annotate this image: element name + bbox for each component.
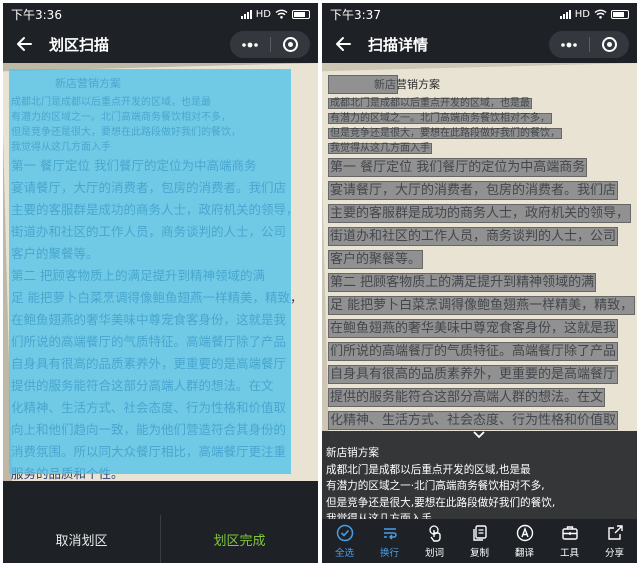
document-photo: 新店营销方案成都北门是成都以后重点开发的区域，也是最有潜力的区域之一。北门高端商…	[3, 63, 318, 481]
battery-icon	[292, 9, 310, 19]
status-time: 下午3:37	[330, 7, 381, 22]
status-bar: 下午3:36 HD	[3, 3, 318, 25]
check-circle-icon	[336, 524, 353, 541]
word-select-label: 划词	[424, 547, 444, 559]
action-row: 取消划区 划区完成	[3, 515, 318, 563]
line-highlight[interactable]	[328, 181, 619, 200]
line-highlight[interactable]	[328, 158, 588, 177]
tools-label: 工具	[559, 547, 579, 559]
network-badge: HD	[255, 8, 271, 20]
close-miniprogram-button[interactable]	[590, 31, 630, 58]
ocr-line: 有潜力的区域之一·北门高端商务餐饮相对不多,	[326, 480, 545, 492]
cancel-selection-button[interactable]: 取消划区	[3, 515, 160, 563]
capsule-menu	[230, 31, 310, 58]
back-button[interactable]	[11, 31, 37, 57]
toolbox-icon	[561, 525, 578, 540]
signal-icon	[240, 9, 252, 19]
line-highlight[interactable]	[328, 75, 398, 94]
line-highlight[interactable]	[328, 250, 424, 269]
line-highlight[interactable]	[328, 273, 597, 292]
status-icons: HD	[240, 8, 310, 20]
ocr-line: 成都北门是成都以后重点开发的区域,也是最	[326, 463, 531, 476]
line-highlight[interactable]	[328, 365, 619, 384]
scan-selection-area[interactable]	[9, 69, 291, 474]
tools-button[interactable]: 工具	[547, 519, 592, 563]
signal-icon	[559, 9, 571, 19]
select-all-button[interactable]: 全选	[322, 519, 367, 563]
more-dots-icon	[560, 42, 577, 47]
ocr-line: 新店销方案	[326, 447, 379, 459]
wifi-icon	[275, 9, 288, 19]
line-highlight[interactable]	[328, 227, 619, 246]
line-highlight[interactable]	[328, 143, 432, 154]
left-screen: 下午3:36 HD 划区扫描 新店营销方案成都北门是成都以后重点开发的区域，也是…	[3, 3, 318, 563]
line-highlight[interactable]	[328, 128, 562, 139]
line-break-icon	[383, 527, 397, 540]
target-icon	[282, 37, 298, 52]
bottom-bar: 取消划区 划区完成	[3, 481, 318, 563]
translate-button[interactable]: 翻译	[502, 519, 547, 563]
line-highlight[interactable]	[328, 388, 606, 407]
translate-icon	[516, 524, 533, 541]
ocr-result-panel: 新店销方案成都北门是成都以后重点开发的区域,也是最有潜力的区域之一·北门高端商务…	[322, 430, 637, 525]
line-highlight[interactable]	[328, 98, 532, 109]
nav-bar: 划区扫描	[3, 25, 318, 63]
result-toolbar: 全选 换行 划词 复制 翻译 工具 分享	[322, 519, 637, 563]
word-select-button[interactable]: 划词	[412, 519, 457, 563]
line-highlight[interactable]	[328, 342, 619, 361]
share-icon	[607, 524, 623, 540]
finish-selection-button[interactable]: 划区完成	[161, 515, 318, 563]
page-title: 划区扫描	[49, 35, 110, 54]
line-break-label: 换行	[379, 547, 399, 559]
status-icons: HD	[559, 8, 629, 20]
tap-hand-icon	[428, 524, 441, 542]
back-button[interactable]	[330, 31, 356, 57]
ocr-result-text[interactable]: 新店销方案成都北门是成都以后重点开发的区域,也是最有潜力的区域之一·北门高端商务…	[326, 445, 631, 528]
copy-label: 复制	[469, 547, 489, 559]
wifi-icon	[594, 9, 607, 19]
share-label: 分享	[604, 547, 624, 559]
network-badge: HD	[574, 8, 590, 20]
chevron-down-icon[interactable]	[472, 430, 486, 440]
translate-label: 翻译	[514, 547, 534, 559]
right-screen: 下午3:37 HD 扫描详情 新店营销方案成都北门是成都以后重点开发的区域，也是…	[322, 3, 637, 563]
back-arrow-icon	[336, 37, 351, 51]
copy-button[interactable]: 复制	[457, 519, 502, 563]
line-highlight[interactable]	[328, 319, 619, 338]
battery-icon	[611, 9, 629, 19]
status-time: 下午3:36	[11, 7, 62, 22]
more-dots-icon	[241, 42, 258, 47]
line-highlight[interactable]	[328, 296, 635, 315]
line-highlight[interactable]	[328, 113, 552, 124]
capsule-menu	[549, 31, 629, 58]
line-break-button[interactable]: 换行	[367, 519, 412, 563]
line-highlight[interactable]	[328, 204, 632, 223]
ocr-line: 但是竞争还是很大,要想在此路段做好我们的餐饮,	[326, 496, 556, 509]
share-button[interactable]: 分享	[592, 519, 637, 563]
back-arrow-icon	[17, 37, 32, 51]
more-button[interactable]	[230, 31, 270, 58]
close-miniprogram-button[interactable]	[271, 31, 311, 58]
nav-bar: 扫描详情	[322, 25, 637, 63]
page-title: 扫描详情	[368, 35, 429, 54]
more-button[interactable]	[549, 31, 589, 58]
status-bar: 下午3:37 HD	[322, 3, 637, 25]
copy-icon	[472, 524, 487, 541]
line-highlight[interactable]	[328, 411, 619, 430]
target-icon	[601, 37, 617, 52]
select-all-label: 全选	[334, 547, 354, 559]
